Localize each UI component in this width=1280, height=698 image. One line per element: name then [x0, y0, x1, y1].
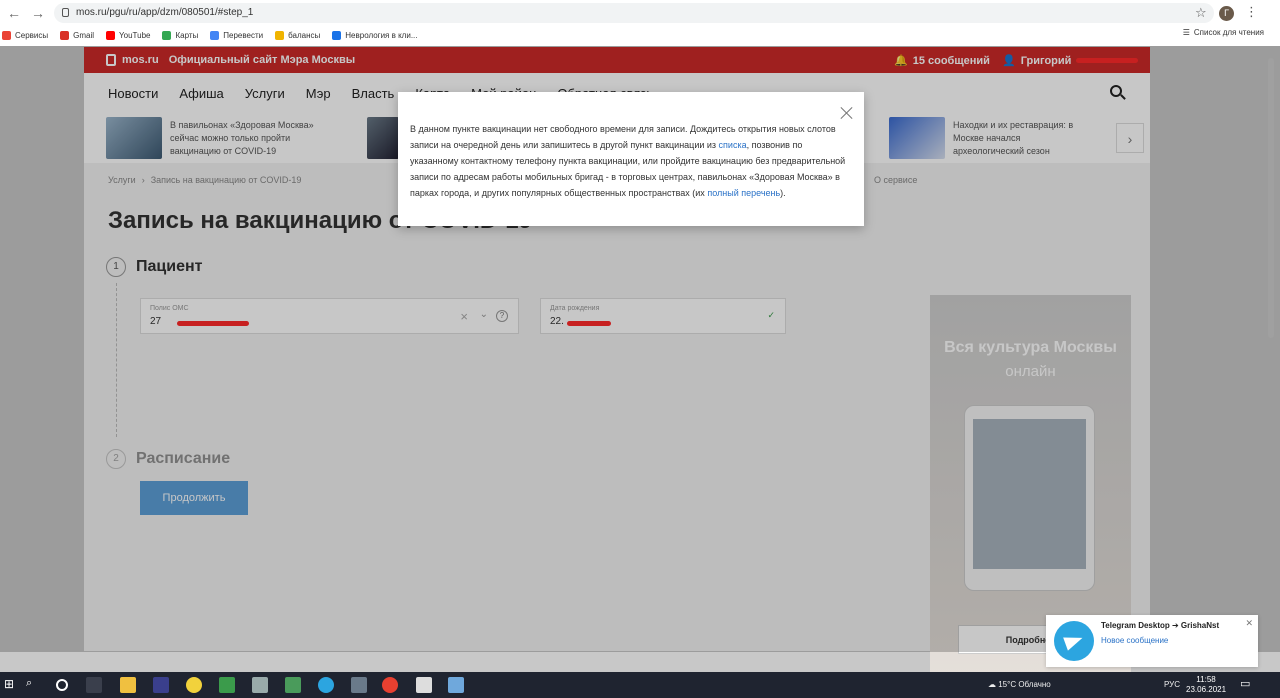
bookmark-translate[interactable]: Перевести: [210, 30, 263, 40]
telegram-icon[interactable]: [318, 677, 334, 693]
forward-icon[interactable]: →: [30, 5, 46, 22]
gmail-icon: [60, 30, 70, 40]
app-icon[interactable]: [186, 677, 202, 693]
app-icon[interactable]: [153, 677, 169, 693]
app-icon[interactable]: [448, 677, 464, 693]
task-view-icon[interactable]: [86, 677, 102, 693]
bookmark-services[interactable]: Сервисы: [2, 30, 48, 40]
weather-text[interactable]: ☁ 15°C Облачно: [988, 680, 1051, 689]
app-icon[interactable]: [252, 677, 268, 693]
lock-icon: [62, 8, 69, 17]
close-icon[interactable]: [840, 106, 854, 120]
reading-list-icon: ☰: [1182, 28, 1190, 37]
notification-center-icon[interactable]: ▭: [1240, 677, 1256, 693]
profile-avatar[interactable]: Г: [1219, 6, 1234, 21]
browser-toolbar: ← → ↻ mos.ru/pgu/ru/app/dzm/080501/#step…: [0, 0, 1280, 46]
bookmark-maps[interactable]: Карты: [162, 30, 198, 40]
bookmark-balances[interactable]: балансы: [275, 30, 320, 40]
site-icon: [332, 30, 342, 40]
bookmarks-bar: Сервисы Gmail YouTube Карты Перевести ба…: [0, 26, 1280, 44]
bookmark-youtube[interactable]: YouTube: [106, 30, 150, 40]
telegram-icon: [1054, 621, 1094, 661]
search-icon[interactable]: ⌕: [26, 677, 42, 693]
chrome-icon[interactable]: [382, 677, 398, 693]
bookmark-gmail[interactable]: Gmail: [60, 30, 94, 40]
file-explorer-icon[interactable]: [120, 677, 136, 693]
notification-title: Telegram Desktop ➔ GrishaNst: [1101, 621, 1220, 630]
bookmark-star-icon[interactable]: ☆: [1195, 5, 1207, 21]
no-slots-popup: В данном пункте вакцинации нет свободног…: [398, 92, 864, 226]
apps-icon: [2, 30, 11, 40]
translate-icon: [210, 30, 220, 40]
address-bar[interactable]: mos.ru/pgu/ru/app/dzm/080501/#step_1: [54, 3, 1214, 23]
windows-start-icon[interactable]: ⊞: [4, 677, 20, 693]
clock[interactable]: 11:58 23.06.2021: [1186, 675, 1226, 695]
notification-body: Новое сообщение: [1101, 636, 1169, 645]
cortana-icon[interactable]: [56, 679, 68, 691]
reading-list[interactable]: ☰ Список для чтения: [1183, 28, 1264, 37]
app-icon[interactable]: [416, 677, 432, 693]
popup-text: ).: [780, 188, 786, 198]
bookmark-neurology[interactable]: Неврология в кли...: [332, 30, 417, 40]
cloud-icon: ☁: [988, 680, 996, 689]
telegram-notification[interactable]: Telegram Desktop ➔ GrishaNst Новое сообщ…: [1046, 615, 1258, 667]
windows-taskbar: ⊞ ⌕ ☁ 15°C Облачно РУС 11:58 23.06.2021 …: [0, 672, 1280, 698]
back-icon[interactable]: ←: [6, 5, 22, 22]
maps-icon: [162, 30, 172, 40]
calculator-icon[interactable]: [351, 677, 367, 693]
clock-date: 23.06.2021: [1186, 685, 1227, 694]
app-icon[interactable]: [219, 677, 235, 693]
list-link[interactable]: списка: [719, 140, 747, 150]
full-list-link[interactable]: полный перечень: [707, 188, 780, 198]
scrollbar[interactable]: [1268, 58, 1274, 338]
balance-icon: [275, 30, 285, 40]
youtube-icon: [106, 30, 116, 40]
url-text: mos.ru/pgu/ru/app/dzm/080501/#step_1: [76, 7, 254, 18]
menu-kebab-icon[interactable]: ⋮: [1245, 4, 1258, 20]
language-indicator[interactable]: РУС: [1164, 680, 1180, 689]
clock-time: 11:58: [1196, 675, 1216, 684]
app-icon[interactable]: [285, 677, 301, 693]
close-icon[interactable]: ✕: [1245, 618, 1253, 629]
